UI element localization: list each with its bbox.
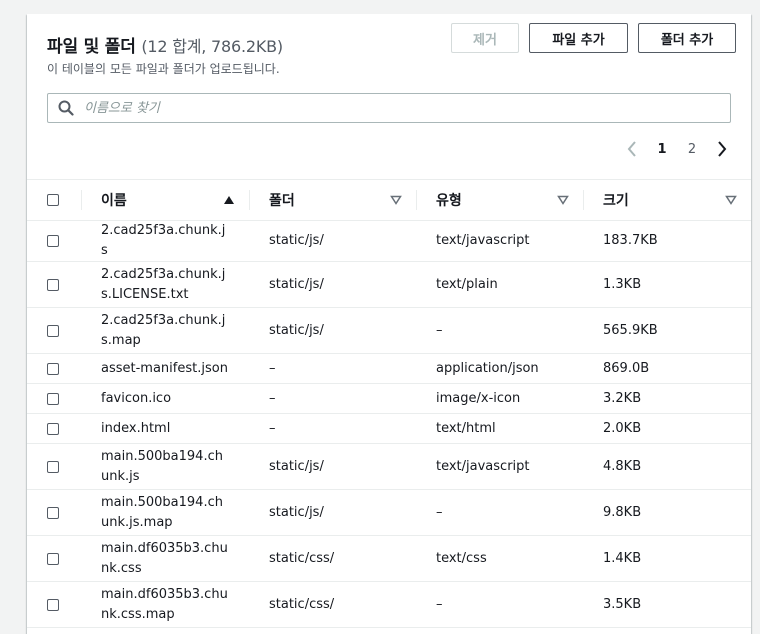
file-size: 1.3KB bbox=[603, 276, 642, 292]
row-checkbox[interactable] bbox=[47, 235, 59, 247]
file-size: 2.0KB bbox=[603, 420, 642, 436]
remove-button[interactable]: 제거 bbox=[451, 23, 519, 53]
column-header-size[interactable]: 크기 bbox=[583, 179, 751, 221]
file-size: 4.8KB bbox=[603, 458, 642, 474]
add-folder-button[interactable]: 폴더 추가 bbox=[638, 23, 736, 53]
column-header-type[interactable]: 유형 bbox=[416, 179, 583, 221]
page-2-button[interactable]: 2 bbox=[677, 142, 707, 157]
file-name: main.500ba194.chunk.js.map bbox=[101, 494, 223, 530]
file-folder: – bbox=[269, 420, 276, 436]
file-folder: static/js/ bbox=[269, 458, 324, 474]
row-checkbox[interactable] bbox=[47, 392, 59, 405]
file-size: 183.7KB bbox=[603, 233, 658, 248]
sort-icon bbox=[725, 195, 737, 205]
file-name: 2.cad25f3a.chunk.js bbox=[101, 223, 226, 258]
chevron-right-icon bbox=[718, 141, 727, 157]
file-folder: static/js/ bbox=[269, 276, 324, 292]
file-name: asset-manifest.json bbox=[101, 360, 228, 376]
file-size: 9.8KB bbox=[603, 504, 642, 520]
row-checkbox[interactable] bbox=[47, 598, 59, 611]
select-all-checkbox[interactable] bbox=[47, 194, 59, 206]
row-checkbox[interactable] bbox=[47, 362, 59, 375]
panel-title-text: 파일 및 폴더 bbox=[47, 37, 136, 57]
table-row: 2.cad25f3a.chunk.js.map static/js/ – 565… bbox=[27, 307, 751, 354]
sort-icon bbox=[557, 195, 569, 205]
table-row: 2.cad25f3a.chunk.js.LICENSE.txt static/j… bbox=[27, 261, 751, 308]
file-folder: static/js/ bbox=[269, 504, 324, 520]
file-type: image/x-icon bbox=[436, 390, 521, 406]
column-size-label: 크기 bbox=[603, 193, 629, 209]
files-and-folders-panel: 파일 및 폴더 (12 합계, 786.2KB) 이 테이블의 모든 파일과 폴… bbox=[27, 14, 751, 634]
file-type: – bbox=[436, 596, 443, 612]
column-header-name[interactable]: 이름 bbox=[81, 179, 249, 221]
table-row: 2.cad25f3a.chunk.js static/js/ text/java… bbox=[27, 220, 751, 262]
select-all-header bbox=[27, 179, 81, 221]
file-name: index.html bbox=[101, 420, 171, 436]
file-size: 3.2KB bbox=[603, 390, 642, 406]
file-folder: static/js/ bbox=[269, 322, 324, 338]
sort-ascending-icon bbox=[224, 196, 234, 204]
row-checkbox[interactable] bbox=[47, 552, 59, 565]
search-input[interactable] bbox=[82, 99, 686, 117]
file-folder: static/css/ bbox=[269, 550, 335, 566]
row-checkbox[interactable] bbox=[47, 422, 59, 435]
file-count-label: (12 합계, 786.2KB) bbox=[141, 37, 283, 56]
table-row: main.df6035b3.chunk.css static/css/ text… bbox=[27, 535, 751, 582]
file-type: text/css bbox=[436, 550, 487, 566]
sort-icon bbox=[390, 195, 402, 205]
file-folder: static/js/ bbox=[269, 233, 324, 248]
panel-description: 이 테이블의 모든 파일과 폴더가 업로드됩니다. bbox=[47, 62, 280, 76]
page-1-button[interactable]: 1 bbox=[647, 142, 677, 157]
panel-title: 파일 및 폴더 (12 합계, 786.2KB) bbox=[47, 32, 283, 57]
row-checkbox[interactable] bbox=[47, 324, 59, 337]
column-header-folder[interactable]: 폴더 bbox=[249, 179, 416, 221]
file-name: main.500ba194.chunk.js bbox=[101, 448, 223, 484]
table-row: index.html – text/html 2.0KB bbox=[27, 413, 751, 444]
row-checkbox[interactable] bbox=[47, 460, 59, 473]
file-size: 565.9KB bbox=[603, 322, 658, 338]
files-table: 이름 폴더 유형 크기 2.cad25f3a.chunk.js static/j… bbox=[27, 179, 751, 628]
file-type: application/json bbox=[436, 360, 539, 376]
file-type: text/plain bbox=[436, 276, 498, 292]
file-name: main.df6035b3.chunk.css bbox=[101, 540, 228, 576]
previous-page-button[interactable] bbox=[617, 138, 647, 160]
file-name: 2.cad25f3a.chunk.js.LICENSE.txt bbox=[101, 266, 226, 302]
row-checkbox[interactable] bbox=[47, 506, 59, 519]
chevron-left-icon bbox=[627, 141, 636, 157]
table-row: main.500ba194.chunk.js static/js/ text/j… bbox=[27, 443, 751, 490]
pagination: 1 2 bbox=[617, 138, 737, 160]
column-name-label: 이름 bbox=[101, 193, 127, 209]
table-row: main.500ba194.chunk.js.map static/js/ – … bbox=[27, 489, 751, 536]
row-checkbox[interactable] bbox=[47, 278, 59, 291]
file-folder: static/css/ bbox=[269, 596, 335, 612]
file-name: 2.cad25f3a.chunk.js.map bbox=[101, 312, 226, 348]
column-folder-label: 폴더 bbox=[269, 193, 295, 209]
file-type: text/javascript bbox=[436, 458, 530, 474]
panel-header: 파일 및 폴더 (12 합계, 786.2KB) 이 테이블의 모든 파일과 폴… bbox=[27, 14, 751, 92]
add-files-button[interactable]: 파일 추가 bbox=[529, 23, 628, 53]
table-row: favicon.ico – image/x-icon 3.2KB bbox=[27, 383, 751, 414]
search-icon bbox=[58, 100, 74, 116]
file-name: favicon.ico bbox=[101, 390, 172, 406]
file-size: 869.0B bbox=[603, 360, 650, 376]
file-size: 3.5KB bbox=[603, 596, 642, 612]
next-page-button[interactable] bbox=[707, 138, 737, 160]
table-row: main.df6035b3.chunk.css.map static/css/ … bbox=[27, 581, 751, 628]
file-type: text/html bbox=[436, 420, 496, 436]
file-type: text/javascript bbox=[436, 233, 530, 248]
file-size: 1.4KB bbox=[603, 550, 642, 566]
file-type: – bbox=[436, 322, 443, 338]
file-type: – bbox=[436, 504, 443, 520]
file-name: main.df6035b3.chunk.css.map bbox=[101, 586, 228, 622]
file-folder: – bbox=[269, 360, 276, 376]
table-header-row: 이름 폴더 유형 크기 bbox=[27, 179, 751, 221]
file-folder: – bbox=[269, 390, 276, 406]
search-box[interactable] bbox=[47, 93, 731, 123]
column-type-label: 유형 bbox=[436, 193, 462, 209]
table-row: asset-manifest.json – application/json 8… bbox=[27, 353, 751, 384]
